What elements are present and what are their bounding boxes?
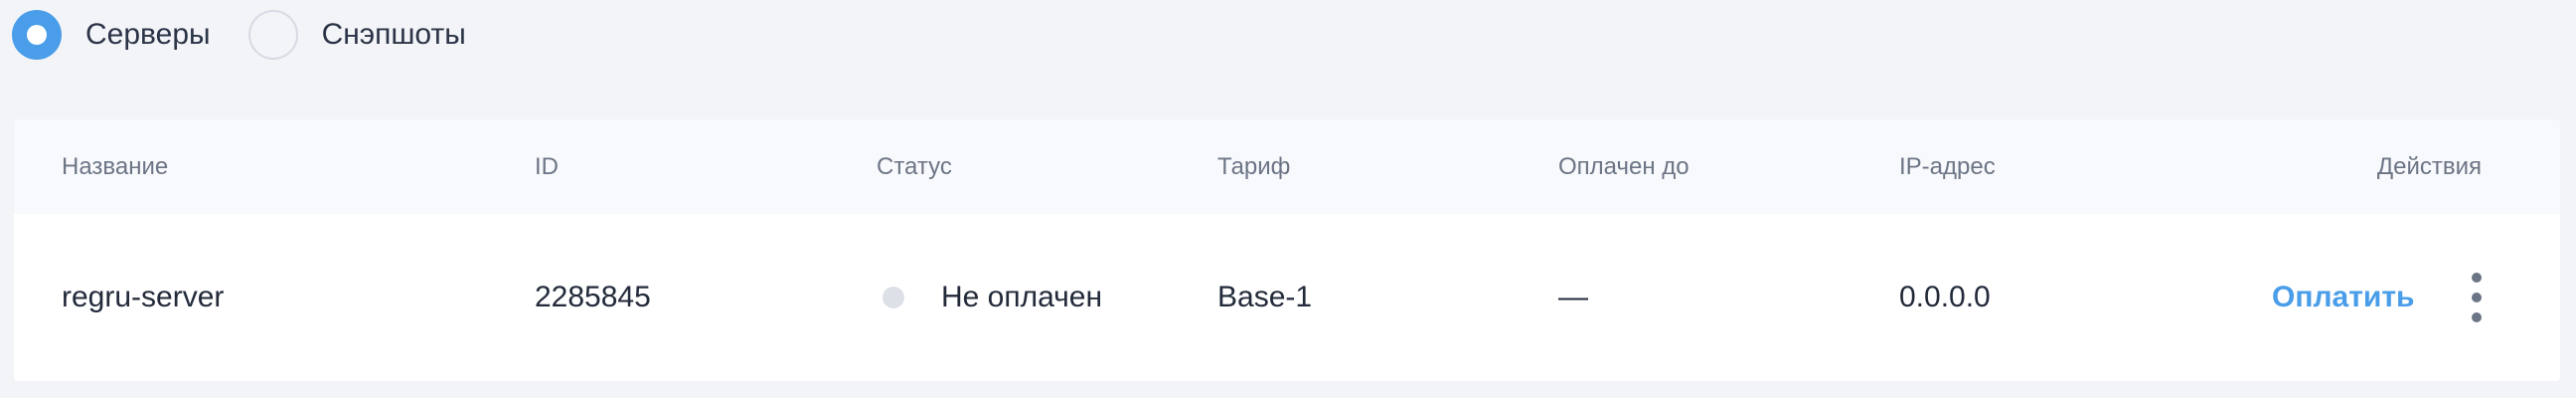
pay-button[interactable]: Оплатить: [2272, 214, 2414, 381]
column-header-actions: Действия: [2376, 153, 2482, 180]
radio-snapshots[interactable]: Снэпшоты: [247, 10, 466, 60]
column-header-ip: IP-адрес: [1899, 153, 1996, 180]
radio-servers-label[interactable]: Серверы: [85, 18, 211, 52]
servers-table: Название ID Статус Тариф Оплачен до IP-а…: [14, 119, 2560, 381]
view-switch: Серверы Снэпшоты: [12, 10, 504, 60]
tariff-value: Base-1: [1217, 281, 1313, 313]
radio-snapshots-label[interactable]: Снэпшоты: [322, 18, 466, 52]
status-dot-icon: [883, 287, 904, 308]
more-vertical-icon[interactable]: [2465, 270, 2489, 325]
column-header-id: ID: [535, 153, 559, 180]
server-id: 2285845: [535, 281, 651, 313]
column-header-status: Статус: [877, 153, 952, 180]
radio-checked-icon[interactable]: [12, 10, 62, 60]
status-text: Не оплачен: [941, 281, 1103, 313]
column-header-paid-until: Оплачен до: [1558, 153, 1690, 180]
radio-servers[interactable]: Серверы: [12, 10, 211, 60]
server-name[interactable]: regru-server: [62, 214, 224, 381]
table-header: Название ID Статус Тариф Оплачен до IP-а…: [14, 119, 2560, 214]
paid-until-value: —: [1558, 281, 1588, 313]
status-cell: Не оплачен: [883, 214, 1102, 381]
column-header-tariff: Тариф: [1217, 153, 1291, 180]
table-row[interactable]: regru-server 2285845 Не оплачен Base-1 —…: [14, 214, 2560, 381]
servers-page: Серверы Снэпшоты Название ID Статус Тари…: [0, 0, 2576, 398]
ip-address-value: 0.0.0.0: [1899, 281, 1991, 313]
column-header-name: Название: [62, 153, 169, 180]
radio-unchecked-icon[interactable]: [247, 10, 298, 60]
